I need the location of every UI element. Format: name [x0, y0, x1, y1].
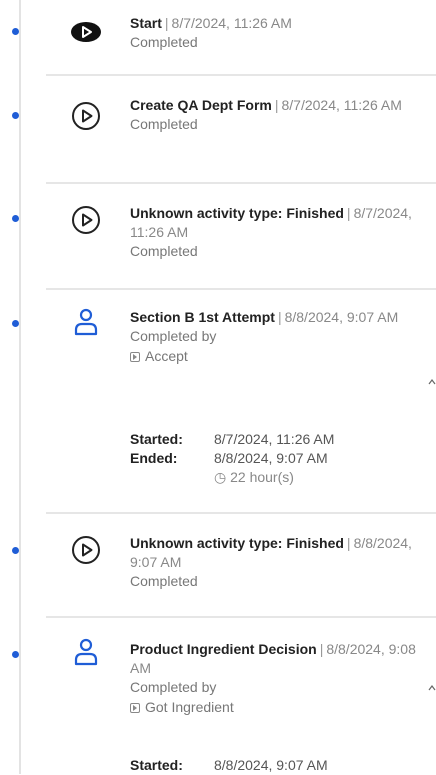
ended-value: 8/8/2024, 9:07 AM [214, 450, 328, 466]
timeline-dot [12, 651, 19, 658]
user-icon [74, 638, 98, 666]
title-separator: | [164, 15, 169, 31]
entry-title: Product Ingredient Decision [130, 641, 317, 657]
entry-date: 8/7/2024, 11:26 AM [281, 97, 402, 113]
started-value: 8/7/2024, 11:26 AM [214, 431, 335, 447]
started-value: 8/8/2024, 9:07 AM [214, 757, 328, 773]
entry-title: Unknown activity type: Finished [130, 535, 344, 551]
play-outline-icon [72, 206, 100, 234]
entry-divider [46, 288, 436, 290]
timeline-entry-header: Unknown activity type: Finished | 8/8/2024… [130, 534, 430, 572]
timeline-rail [19, 0, 21, 774]
action-icon [130, 352, 140, 362]
timeline-dot [12, 320, 19, 327]
user-icon [74, 308, 98, 336]
entry-divider [46, 182, 436, 184]
timeline-dot [12, 28, 19, 35]
duration: ◷ 22 hour(s) [130, 468, 334, 487]
timeline-entry-header: Section B 1st Attempt | 8/8/2024, 9:07 AM [130, 308, 430, 327]
play-outline-icon [72, 536, 100, 564]
timeline-entry-header: Product Ingredient Decision | 8/8/2024, 9:… [130, 640, 430, 678]
timeline-dot [12, 112, 19, 119]
play-filled-icon [71, 22, 101, 42]
entry-title: Start [130, 15, 162, 31]
entry-status: Completed [130, 243, 198, 259]
entry-date: 8/7/2024, 11:26 AM [171, 15, 292, 31]
entry-title: Create QA Dept Form [130, 97, 272, 113]
entry-title: Section B 1st Attempt [130, 309, 275, 325]
entry-divider [46, 616, 436, 618]
collapse-caret-icon[interactable] [428, 378, 436, 386]
timeline-entry-header: Start | 8/7/2024, 11:26 AM [130, 14, 430, 33]
action-icon [130, 703, 140, 713]
title-separator: | [277, 309, 282, 325]
entry-status: Completed by [130, 679, 217, 695]
entry-action: Accept [130, 347, 430, 366]
entry-divider [46, 512, 436, 514]
entry-status: Completed [130, 573, 198, 589]
title-separator: | [346, 205, 351, 221]
entry-action: Got Ingredient [130, 698, 430, 717]
action-label: Got Ingredient [145, 699, 234, 715]
entry-timing: Started: 8/8/2024, 9:07 AM [130, 756, 328, 775]
action-label: Accept [145, 348, 188, 364]
ended-label: Ended: [130, 450, 178, 466]
timeline-entry-header: Unknown activity type: Finished | 8/7/2024… [130, 204, 430, 242]
title-separator: | [346, 535, 351, 551]
started-label: Started: [130, 431, 183, 447]
duration-value: 22 hour(s) [230, 469, 294, 485]
entry-status: Completed by [130, 328, 217, 344]
entry-title: Unknown activity type: Finished [130, 205, 344, 221]
entry-status: Completed [130, 116, 198, 132]
started-label: Started: [130, 757, 183, 773]
title-separator: | [319, 641, 324, 657]
entry-divider [46, 74, 436, 76]
entry-date: 8/8/2024, 9:07 AM [284, 309, 399, 325]
collapse-caret-icon[interactable] [428, 684, 436, 692]
timeline-dot [12, 547, 19, 554]
timeline-entry-header: Create QA Dept Form | 8/7/2024, 11:26 AM [130, 96, 430, 115]
title-separator: | [274, 97, 279, 113]
entry-timing: Started: 8/7/2024, 11:26 AM Ended: 8/8/202… [130, 430, 334, 487]
entry-status: Completed [130, 34, 198, 50]
clock-icon: ◷ [214, 469, 231, 485]
play-outline-icon [72, 102, 100, 130]
timeline-dot [12, 215, 19, 222]
